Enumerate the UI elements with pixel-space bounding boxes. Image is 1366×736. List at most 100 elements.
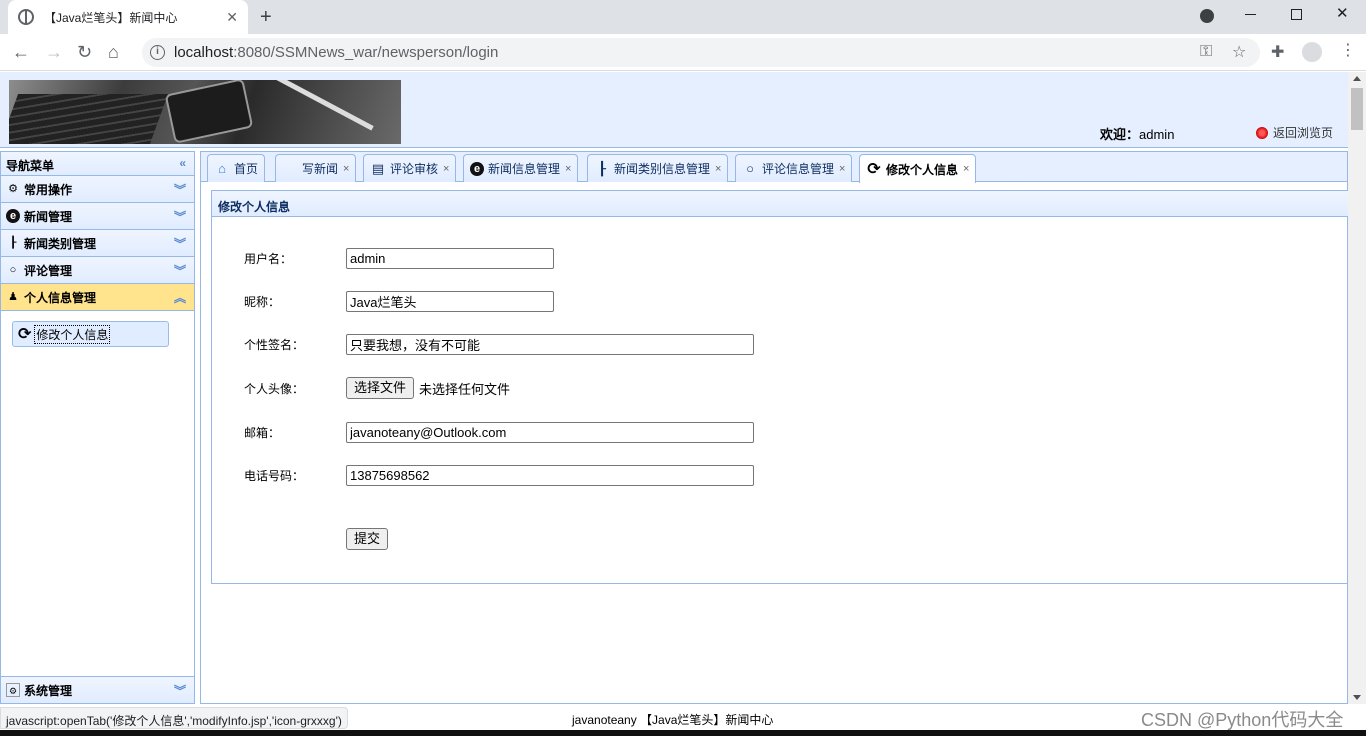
comment-review-icon: ▤: [371, 160, 385, 176]
expand-icon[interactable]: ︾: [174, 210, 186, 224]
sidebar-item-modify-info[interactable]: ⟳ 修改个人信息: [12, 321, 169, 347]
sidebar-section-common[interactable]: ⚙ 常用操作 ︾: [1, 176, 194, 203]
close-tab-icon[interactable]: ×: [343, 163, 349, 175]
nickname-input[interactable]: [346, 290, 554, 312]
speech-bubble-icon: ○: [746, 161, 754, 176]
phone-row: 电话号码：: [244, 464, 754, 486]
page-footer: javanoteany 【Java烂笔头】新闻中心: [572, 713, 774, 727]
restore-icon[interactable]: [1291, 9, 1302, 20]
welcome-username: admin: [1139, 127, 1175, 142]
sidebar-section-comments[interactable]: ○ 评论管理 ︾: [1, 257, 194, 284]
file-status-text: 未选择任何文件: [419, 381, 511, 397]
browser-menu-icon[interactable]: ⋮: [1340, 40, 1356, 60]
person-icon: ♟: [8, 291, 18, 303]
tab-home[interactable]: ⌂ 首页: [207, 154, 266, 182]
banner-image: [9, 80, 401, 144]
close-tab-icon[interactable]: ✕: [226, 9, 238, 26]
tab-comment-review[interactable]: ▤ 评论审核 ×: [363, 154, 457, 182]
close-tab-icon[interactable]: ×: [715, 163, 721, 175]
choose-file-button[interactable]: 选择文件: [346, 377, 415, 399]
expand-icon[interactable]: ︾: [174, 237, 186, 251]
watermark: CSDN @Python代码大全: [1141, 710, 1344, 730]
sidebar: 导航菜单 « ⚙ 常用操作 ︾ e 新闻管理 ︾ ┠ 新闻类别管理 ︾ ○ 评论管理 ︾ ♟ 个人信…: [0, 151, 195, 704]
scroll-thumb[interactable]: [1351, 88, 1363, 130]
username-label: 用户名：: [244, 251, 293, 266]
email-label: 邮箱：: [244, 425, 281, 440]
address-bar[interactable]: i localhost:8080/SSMNews_war/newsperson/…: [142, 38, 1260, 67]
account-avatar-icon[interactable]: [1302, 42, 1322, 62]
email-input[interactable]: [346, 421, 754, 443]
circle-e-icon: e: [470, 161, 484, 176]
signature-row: 个性签名：: [244, 333, 754, 355]
sidebar-section-body: ⟳ 修改个人信息: [1, 311, 194, 636]
home-icon[interactable]: ⌂: [108, 42, 119, 62]
home-icon: ⌂: [218, 161, 226, 176]
key-icon[interactable]: ⚿: [1200, 43, 1212, 61]
site-info-icon[interactable]: i: [150, 45, 165, 60]
new-tab-button[interactable]: +: [260, 6, 272, 28]
window-close-icon[interactable]: ✕: [1336, 4, 1349, 22]
tab-news-category[interactable]: ┠ 新闻类别信息管理 ×: [587, 154, 729, 182]
main-region: ⌂ 首页 写新闻 × ▤ 评论审核 × e 新闻信息管理 × ┠ 新闻类别信息管理 × ○ 评论信…: [200, 151, 1355, 704]
panel-title: 修改个人信息: [212, 191, 1354, 217]
tab-comment-info[interactable]: ○ 评论信息管理 ×: [735, 154, 853, 182]
sidebar-section-personal[interactable]: ♟ 个人信息管理 ︽: [1, 284, 194, 311]
reload-icon[interactable]: ↻: [77, 42, 92, 62]
sidebar-section-category[interactable]: ┠ 新闻类别管理 ︾: [1, 230, 194, 257]
close-tab-icon[interactable]: ×: [565, 163, 571, 175]
os-taskbar: [0, 730, 1366, 736]
close-tab-icon[interactable]: ×: [839, 163, 845, 175]
gear-icon: ⚙: [8, 183, 18, 195]
return-browse-link[interactable]: 返回浏览页: [1256, 124, 1333, 141]
header-region: 欢迎：admin 返回浏览页: [0, 72, 1348, 148]
avatar-label: 个人头像：: [244, 381, 305, 396]
browser-tab[interactable]: 【Java烂笔头】新闻中心 ✕: [8, 0, 248, 34]
sidebar-section-news[interactable]: e 新闻管理 ︾: [1, 203, 194, 230]
tab-news-info[interactable]: e 新闻信息管理 ×: [463, 154, 579, 182]
signature-input[interactable]: [346, 333, 754, 355]
tree-icon: ┠: [9, 237, 17, 249]
nickname-label: 昵称：: [244, 294, 281, 309]
extensions-icon[interactable]: ✚: [1271, 42, 1284, 62]
sidebar-header: 导航菜单 «: [1, 152, 194, 176]
email-row: 邮箱：: [244, 421, 754, 443]
expand-icon[interactable]: ︾: [174, 264, 186, 278]
back-icon[interactable]: ←: [12, 42, 30, 62]
scroll-up-icon[interactable]: [1353, 76, 1361, 81]
bookmark-star-icon[interactable]: ☆: [1232, 42, 1246, 62]
close-tab-icon[interactable]: ×: [443, 163, 449, 175]
page: 欢迎：admin 返回浏览页 导航菜单 « ⚙ 常用操作 ︾ e 新闻管理 ︾ ┠ 新闻类别…: [0, 72, 1355, 704]
welcome-text: 欢迎：admin: [1100, 127, 1175, 142]
username-input[interactable]: [346, 247, 554, 269]
phone-input[interactable]: [346, 464, 754, 486]
return-icon: [1256, 126, 1268, 139]
refresh-icon: ⟳: [867, 161, 881, 178]
tab-modify-info[interactable]: ⟳ 修改个人信息 ×: [859, 154, 977, 183]
page-scrollbar[interactable]: [1348, 72, 1366, 704]
submit-row: 提交: [244, 528, 389, 550]
signature-label: 个性签名：: [244, 337, 305, 352]
browser-tab-strip: 【Java烂笔头】新闻中心 ✕ + ✕: [0, 0, 1366, 34]
avatar-row: 个人头像： 选择文件 未选择任何文件: [244, 377, 510, 399]
tree-icon: ┠: [598, 160, 606, 176]
minimize-icon[interactable]: [1245, 14, 1256, 15]
profile-menu-icon[interactable]: [1200, 9, 1214, 23]
username-row: 用户名：: [244, 247, 554, 269]
browser-toolbar: ← → ↻ ⌂ i localhost:8080/SSMNews_war/new…: [0, 34, 1366, 71]
collapse-left-icon[interactable]: «: [179, 156, 186, 170]
forward-icon[interactable]: →: [45, 42, 63, 62]
scroll-down-icon[interactable]: [1353, 695, 1361, 700]
modify-info-panel: 修改个人信息 用户名： 昵称： 个性签名： 个人头像： 选择文件 未选择任何文件…: [211, 190, 1355, 584]
system-icon: ⚙: [6, 683, 20, 697]
close-tab-icon[interactable]: ×: [963, 163, 969, 175]
circle-e-icon: e: [6, 209, 20, 223]
expand-icon[interactable]: ︾: [174, 183, 186, 197]
expand-icon[interactable]: ︾: [174, 684, 186, 698]
tab-write-news[interactable]: 写新闻 ×: [275, 154, 357, 182]
refresh-icon: ⟳: [18, 326, 32, 343]
submit-button[interactable]: 提交: [346, 528, 389, 550]
content-tabs: ⌂ 首页 写新闻 × ▤ 评论审核 × e 新闻信息管理 × ┠ 新闻类别信息管理 × ○ 评论信…: [201, 152, 1347, 183]
sidebar-section-system[interactable]: ⚙ 系统管理 ︾: [1, 676, 194, 703]
collapse-icon[interactable]: ︽: [174, 291, 186, 305]
phone-label: 电话号码：: [244, 468, 305, 483]
